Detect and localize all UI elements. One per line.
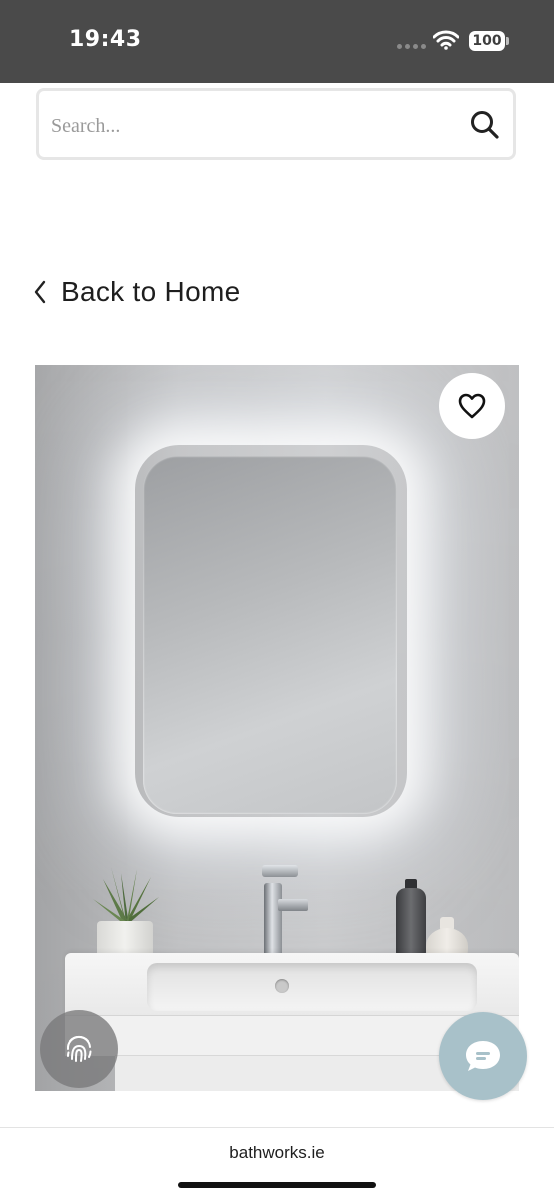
- url-label[interactable]: bathworks.ie: [0, 1143, 554, 1163]
- faucet-spout: [278, 899, 308, 911]
- signal-icon: [397, 44, 426, 49]
- accessibility-button[interactable]: [40, 1010, 118, 1088]
- search-box: [36, 88, 516, 160]
- browser-bottom-bar: bathworks.ie: [0, 1127, 554, 1201]
- chevron-left-icon: [34, 280, 46, 304]
- wifi-icon: [433, 30, 459, 50]
- faucet-handle: [262, 865, 298, 877]
- sink-drain: [275, 979, 289, 993]
- battery-tip: [506, 37, 509, 45]
- faucet: [264, 883, 282, 959]
- status-time: 19:43: [69, 27, 142, 52]
- favorite-button[interactable]: [439, 373, 505, 439]
- soap-bottle: [396, 888, 426, 958]
- status-bar: 19:43 100: [0, 0, 554, 83]
- product-image[interactable]: [35, 365, 519, 1091]
- led-mirror: [143, 456, 397, 814]
- chat-icon: [466, 1041, 500, 1071]
- search-icon[interactable]: [469, 109, 501, 141]
- fingerprint-icon: [66, 1035, 92, 1062]
- back-to-home-label: Back to Home: [61, 276, 241, 307]
- plant-icon: [93, 867, 159, 925]
- back-to-home-link[interactable]: Back to Home: [33, 272, 240, 312]
- search-input[interactable]: [51, 111, 451, 141]
- sink-basin: [147, 963, 477, 1011]
- heart-icon: [458, 393, 486, 419]
- chat-button[interactable]: [439, 1012, 527, 1100]
- home-indicator[interactable]: [178, 1182, 376, 1188]
- battery-indicator: 100: [469, 31, 505, 51]
